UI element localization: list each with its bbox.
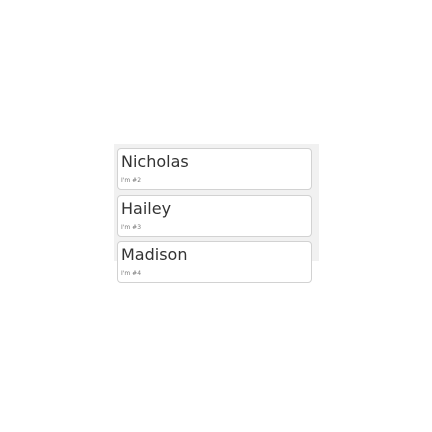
list-item-name: Madison xyxy=(121,245,188,264)
list-item[interactable]: Hailey I'm #3 xyxy=(117,195,312,237)
list-item[interactable]: Nicholas I'm #2 xyxy=(117,148,312,190)
list-item-name: Nicholas xyxy=(121,152,189,171)
list-item-subtitle: I'm #4 xyxy=(121,270,142,277)
list-item-name: Hailey xyxy=(121,199,172,218)
app-screen: Nicholas I'm #2 Hailey I'm #3 Madison I'… xyxy=(0,0,432,432)
list-item-subtitle: I'm #2 xyxy=(121,177,142,184)
list-item-subtitle: I'm #3 xyxy=(121,224,142,231)
list-item[interactable]: Madison I'm #4 xyxy=(117,241,312,283)
